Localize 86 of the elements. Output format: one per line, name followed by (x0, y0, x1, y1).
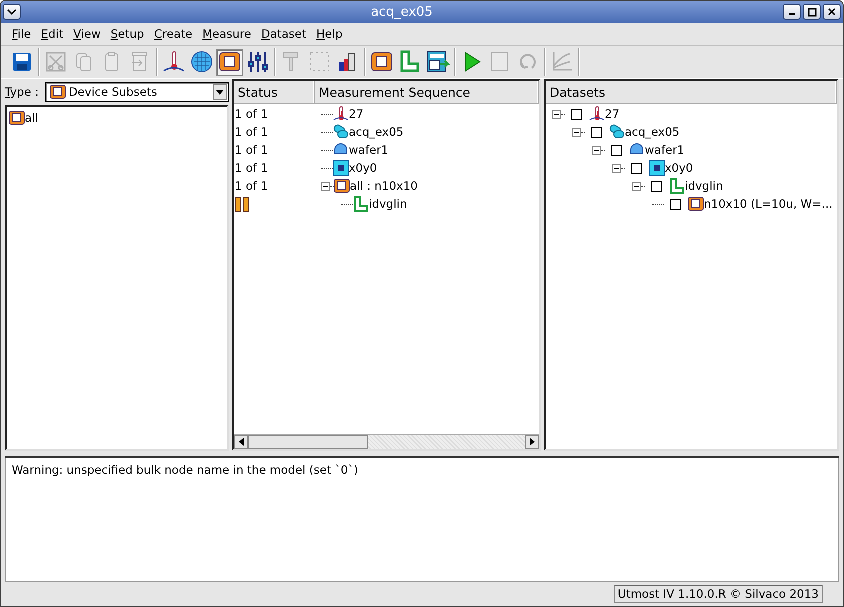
l-shape-icon (353, 196, 369, 212)
tree-node[interactable]: idvglin (685, 179, 724, 193)
clipboard-icon (105, 52, 118, 72)
stop-icon (491, 52, 508, 72)
sequence-item[interactable]: x0y0 (349, 161, 378, 175)
sequence-item[interactable]: acq_ex05 (349, 125, 404, 139)
capsule-icon (609, 124, 625, 140)
checkbox[interactable] (591, 126, 602, 138)
menu-item[interactable]: Setup (106, 27, 150, 41)
close-icon (828, 8, 836, 16)
chip-icon (9, 110, 25, 126)
scissors-icon (46, 52, 66, 72)
tree-node[interactable]: wafer1 (645, 143, 685, 157)
type-dropdown[interactable]: Device Subsets (44, 82, 229, 102)
l-shape-icon (400, 50, 419, 72)
dropdown-arrow-icon (216, 90, 224, 94)
chip-icon (50, 84, 66, 100)
checkbox[interactable] (651, 180, 662, 192)
status-text: Utmost IV 1.10.0.R © Silvaco 2013 (614, 585, 823, 603)
maximize-button[interactable] (803, 4, 821, 20)
chip-icon (688, 196, 704, 212)
menu-item[interactable]: File (7, 27, 36, 41)
menu-item[interactable]: Help (312, 27, 348, 41)
die-icon (333, 160, 349, 176)
thermometer-icon (333, 106, 349, 122)
maximize-icon (808, 8, 816, 16)
save-icon (12, 53, 30, 71)
sequence-item[interactable]: wafer1 (349, 143, 389, 157)
menu-item[interactable]: View (68, 27, 106, 41)
chip-icon (219, 52, 240, 72)
sliders-icon (248, 51, 268, 73)
menu-item[interactable]: Edit (36, 27, 69, 41)
play-icon (465, 52, 480, 72)
status-text: 1 of 1 (235, 125, 268, 139)
tree-node[interactable]: acq_ex05 (625, 125, 680, 139)
type-label: Type : (5, 85, 39, 99)
expand-toggle[interactable] (592, 146, 601, 154)
status-text: 1 of 1 (235, 161, 268, 175)
checkbox[interactable] (611, 144, 622, 156)
status-text: 1 of 1 (235, 179, 268, 193)
expand-toggle[interactable] (572, 128, 581, 136)
thermometer-icon (163, 52, 184, 72)
expand-toggle[interactable] (632, 182, 641, 190)
checkbox[interactable] (631, 162, 642, 174)
chip-icon (371, 52, 392, 72)
sequence-item[interactable]: 27 (349, 107, 364, 121)
column-header[interactable]: Measurement Sequence (315, 81, 539, 103)
scroll-right-icon (530, 438, 534, 446)
undo-icon (520, 54, 536, 69)
expand-toggle[interactable] (552, 110, 561, 118)
status-text: 1 of 1 (235, 107, 268, 121)
tree-node[interactable]: 27 (605, 107, 620, 121)
column-header[interactable]: Datasets (546, 81, 837, 103)
l-shape-icon (669, 178, 685, 194)
menu-item[interactable]: Measure (198, 27, 256, 41)
sequence-item[interactable]: all : n10x10 (350, 179, 418, 193)
close-button[interactable] (823, 4, 841, 20)
dotted-square-icon (310, 52, 329, 72)
expand-toggle[interactable] (321, 182, 330, 190)
tree-node[interactable]: n10x10 (L=10u, W=... (704, 197, 833, 211)
log-message: Warning: unspecified bulk node name in the model (set `0`) (12, 463, 360, 477)
checkbox[interactable] (670, 198, 681, 210)
wafer-icon (191, 52, 212, 72)
minimize-button[interactable] (783, 4, 801, 20)
chip-icon (334, 178, 350, 194)
copy-icon (76, 54, 91, 72)
status-text: 1 of 1 (235, 143, 268, 157)
capsule-icon (333, 124, 349, 140)
die-icon (649, 160, 665, 176)
expand-toggle[interactable] (612, 164, 621, 172)
column-header[interactable]: Status (234, 81, 315, 103)
horizontal-scrollbar[interactable] (234, 434, 539, 449)
tree-node[interactable]: x0y0 (665, 161, 694, 175)
menu-item[interactable]: Dataset (256, 27, 312, 41)
window-menu-button[interactable] (3, 4, 21, 20)
menu-item[interactable]: Create (149, 27, 198, 41)
device-item[interactable]: all (25, 111, 38, 125)
thermometer-icon (589, 106, 605, 122)
window-title: acq_ex05 (370, 4, 434, 20)
scroll-left-icon (238, 438, 244, 446)
books-icon (338, 54, 355, 72)
sequence-item[interactable]: idvglin (369, 197, 408, 211)
toolbar-button[interactable] (216, 48, 243, 76)
graph-icon (552, 51, 572, 71)
checkbox[interactable] (571, 108, 582, 120)
chevron-icon (7, 9, 17, 15)
